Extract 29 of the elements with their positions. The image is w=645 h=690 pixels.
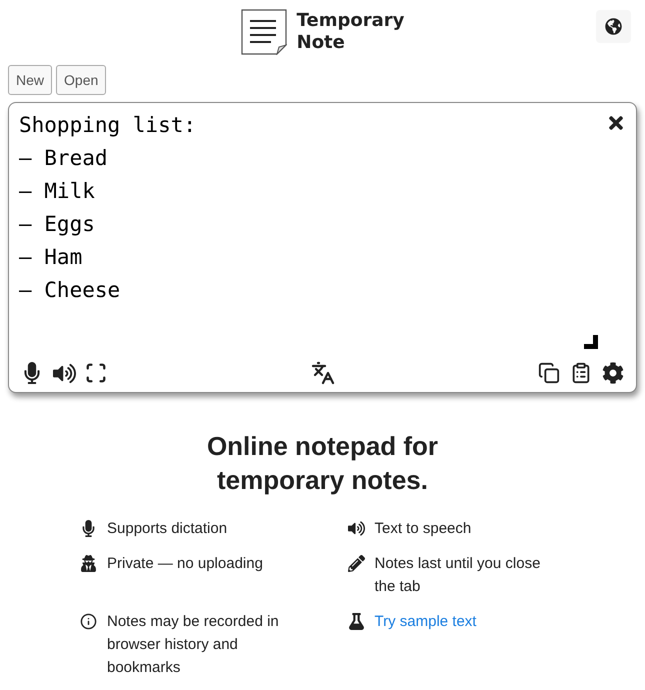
clipboard-icon [570, 362, 592, 384]
speaker-icon [348, 520, 364, 537]
language-button[interactable] [596, 10, 631, 43]
flask-icon [348, 613, 364, 630]
feature-text: Supports dictation [107, 519, 228, 539]
note-text[interactable]: Shopping list: – Bread – Milk – Eggs – Ham – Cheese [19, 109, 196, 307]
feature-text: Notes last until you close the tab [374, 554, 542, 597]
feature-text: Text to speech [374, 519, 472, 539]
speaker-icon [52, 362, 76, 384]
settings-icon [602, 362, 624, 384]
note-logo-icon [240, 9, 287, 55]
microphone-icon [80, 520, 97, 537]
toolbar-button[interactable]: New [8, 65, 52, 95]
toolbar-button[interactable]: Open [56, 65, 106, 95]
copy-icon [538, 362, 560, 384]
close-icon [606, 113, 626, 133]
translate-icon [310, 361, 334, 385]
feature-text: Notes may be recorded in browser history and bookmarks [107, 612, 280, 678]
feature-text: Private — no uploading [107, 554, 263, 574]
sample-text-link[interactable]: Try sample text [374, 610, 476, 633]
pencil-icon [348, 555, 364, 572]
info-icon [80, 613, 97, 630]
headline: Online notepad for temporary notes. [206, 430, 440, 497]
fullscreen-icon [85, 362, 107, 384]
globe-icon [605, 18, 622, 35]
app-title: Temporary Note [296, 10, 404, 54]
spy-icon [80, 555, 97, 572]
resize-handle-icon [584, 335, 598, 349]
close-button[interactable] [606, 113, 626, 133]
